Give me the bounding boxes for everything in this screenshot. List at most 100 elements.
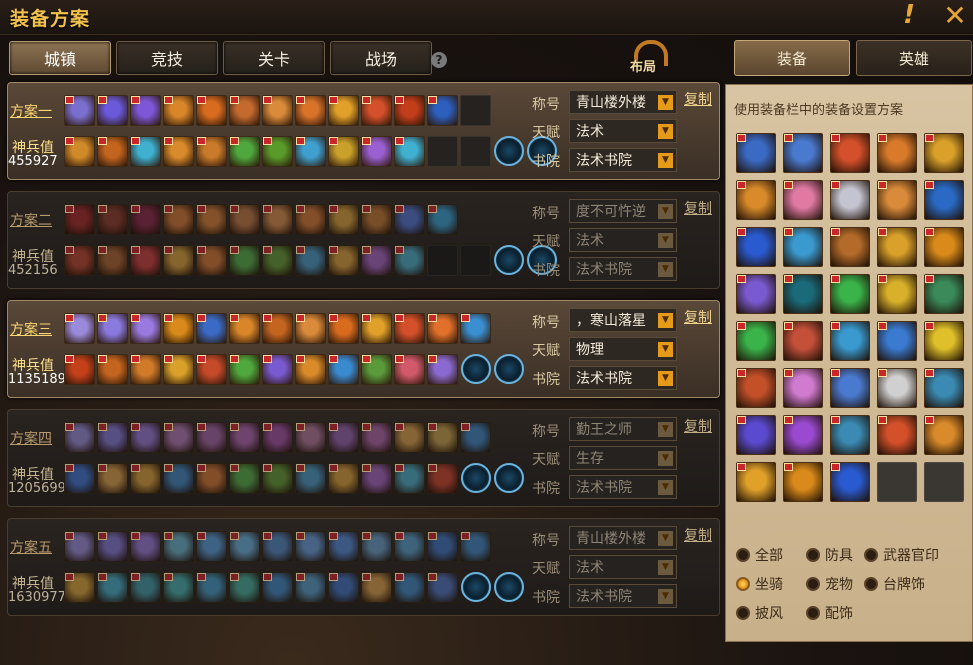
talent-select[interactable]: 法术 ▼ <box>569 228 677 252</box>
empty-equipment-cell[interactable] <box>924 462 964 502</box>
equipment-slot-icon[interactable] <box>328 463 359 494</box>
equipment-item-icon[interactable] <box>924 227 964 267</box>
gem-slot-icon[interactable] <box>461 354 491 384</box>
equipment-slot-icon[interactable] <box>361 136 392 167</box>
equipment-slot-icon[interactable] <box>262 572 293 603</box>
chevron-down-icon[interactable]: ▼ <box>658 124 673 139</box>
gem-slot-icon[interactable] <box>494 354 524 384</box>
equipment-slot-icon[interactable] <box>394 531 425 562</box>
academy-select[interactable]: 法术书院 ▼ <box>569 257 677 281</box>
equipment-slot-icon[interactable] <box>229 95 260 126</box>
equipment-slot-icon[interactable] <box>328 313 359 344</box>
equipment-slot-icon[interactable] <box>163 245 194 276</box>
equipment-slot-icon[interactable] <box>163 204 194 235</box>
radio-button-icon[interactable] <box>864 548 878 562</box>
equipment-slot-icon[interactable] <box>229 354 260 385</box>
equipment-slot-icon[interactable] <box>394 204 425 235</box>
equipment-slot-icon[interactable] <box>64 204 95 235</box>
talent-select[interactable]: 法术 ▼ <box>569 119 677 143</box>
copy-button[interactable]: 复制 <box>684 307 712 327</box>
plan-four[interactable]: 方案四 神兵值 1205699 称号 勤王之师 ▼ 天赋 生存 ▼ 书院 法术书院 ▼… <box>7 409 720 507</box>
gem-slot-icon[interactable] <box>494 245 524 275</box>
equipment-slot-icon[interactable] <box>97 136 128 167</box>
plan-one[interactable]: 方案一 神兵值 455927 称号 青山楼外楼 ▼ 天赋 法术 ▼ 书院 法术书院 ▼… <box>7 82 720 180</box>
equipment-slot-icon[interactable] <box>328 531 359 562</box>
equipment-slot-icon[interactable] <box>196 531 227 562</box>
filter-option[interactable]: 披风 <box>736 603 783 623</box>
talent-select[interactable]: 法术 ▼ <box>569 555 677 579</box>
equipment-slot-icon[interactable] <box>295 354 326 385</box>
equipment-slot-icon[interactable] <box>196 95 227 126</box>
equipment-item-icon[interactable] <box>783 368 823 408</box>
academy-select[interactable]: 法术书院 ▼ <box>569 584 677 608</box>
equipment-slot-icon[interactable] <box>97 422 128 453</box>
equipment-slot-icon[interactable] <box>460 422 491 453</box>
equipment-slot-icon[interactable] <box>328 95 359 126</box>
plan-name-link[interactable]: 方案三 <box>10 319 52 339</box>
equipment-slot-icon[interactable] <box>361 531 392 562</box>
filter-option[interactable]: 武器官印 <box>864 545 939 565</box>
title-select[interactable]: ，寒山落星 ▼ <box>569 308 677 332</box>
plan-two[interactable]: 方案二 神兵值 452156 称号 度不可忤逆 ▼ 天赋 法术 ▼ 书院 法术书院 ▼… <box>7 191 720 289</box>
radio-button-icon[interactable] <box>736 548 750 562</box>
equipment-item-icon[interactable] <box>736 321 776 361</box>
equipment-slot-icon[interactable] <box>328 422 359 453</box>
tab-stage[interactable]: 关卡 <box>223 41 325 75</box>
equipment-slot-icon[interactable] <box>394 572 425 603</box>
plan-name-link[interactable]: 方案五 <box>10 537 52 557</box>
equipment-slot-icon[interactable] <box>130 204 161 235</box>
equipment-item-icon[interactable] <box>783 227 823 267</box>
equipment-slot-icon[interactable] <box>262 136 293 167</box>
chevron-down-icon[interactable]: ▼ <box>658 342 673 357</box>
filter-option[interactable]: 防具 <box>806 545 853 565</box>
chevron-down-icon[interactable]: ▼ <box>658 371 673 386</box>
equipment-slot-icon[interactable] <box>64 95 95 126</box>
equipment-slot-icon[interactable] <box>394 245 425 276</box>
equipment-item-icon[interactable] <box>783 133 823 173</box>
equipment-slot-icon[interactable] <box>130 95 161 126</box>
equipment-slot-icon[interactable] <box>163 95 194 126</box>
equipment-item-icon[interactable] <box>877 368 917 408</box>
equipment-slot-icon[interactable] <box>295 136 326 167</box>
equipment-slot-icon[interactable] <box>229 245 260 276</box>
equipment-slot-icon[interactable] <box>130 572 161 603</box>
equipment-slot-icon[interactable] <box>460 531 491 562</box>
equipment-item-icon[interactable] <box>830 415 870 455</box>
plan-three[interactable]: 方案三 神兵值 1135189 称号 ，寒山落星 ▼ 天赋 物理 ▼ 书院 法术书院… <box>7 300 720 398</box>
equipment-item-icon[interactable] <box>924 274 964 314</box>
radio-button-icon[interactable] <box>864 577 878 591</box>
equipment-slot-icon[interactable] <box>163 313 194 344</box>
equipment-slot-icon[interactable] <box>229 313 260 344</box>
equipment-slot-icon[interactable] <box>64 245 95 276</box>
equipment-slot-icon[interactable] <box>262 204 293 235</box>
equipment-slot-icon[interactable] <box>427 204 458 235</box>
equipment-slot-icon[interactable] <box>262 531 293 562</box>
equipment-item-icon[interactable] <box>830 462 870 502</box>
copy-button[interactable]: 复制 <box>684 416 712 436</box>
chevron-down-icon[interactable]: ▼ <box>658 95 673 110</box>
equipment-slot-icon[interactable] <box>361 313 392 344</box>
equipment-slot-icon[interactable] <box>361 463 392 494</box>
equipment-slot-icon[interactable] <box>229 572 260 603</box>
equipment-slot-icon[interactable] <box>427 531 458 562</box>
filter-option[interactable]: 宠物 <box>806 574 853 594</box>
equipment-slot-icon[interactable] <box>97 204 128 235</box>
equipment-slot-icon[interactable] <box>130 245 161 276</box>
equipment-slot-icon[interactable] <box>394 354 425 385</box>
equipment-item-icon[interactable] <box>783 321 823 361</box>
filter-option[interactable]: 全部 <box>736 545 783 565</box>
chevron-down-icon[interactable]: ▼ <box>658 531 673 546</box>
equipment-slot-icon[interactable] <box>295 572 326 603</box>
equipment-slot-icon[interactable] <box>427 463 458 494</box>
tab-arena[interactable]: 竞技 <box>116 41 218 75</box>
equipment-slot-icon[interactable] <box>295 95 326 126</box>
equipment-slot-icon[interactable] <box>262 313 293 344</box>
copy-button[interactable]: 复制 <box>684 89 712 109</box>
equipment-slot-icon[interactable] <box>163 354 194 385</box>
tab-town[interactable]: 城镇 <box>9 41 111 75</box>
equipment-slot-icon[interactable] <box>196 463 227 494</box>
equipment-slot-icon[interactable] <box>163 422 194 453</box>
equipment-slot-icon[interactable] <box>361 572 392 603</box>
equipment-slot-icon[interactable] <box>229 531 260 562</box>
equipment-slot-icon[interactable] <box>394 422 425 453</box>
